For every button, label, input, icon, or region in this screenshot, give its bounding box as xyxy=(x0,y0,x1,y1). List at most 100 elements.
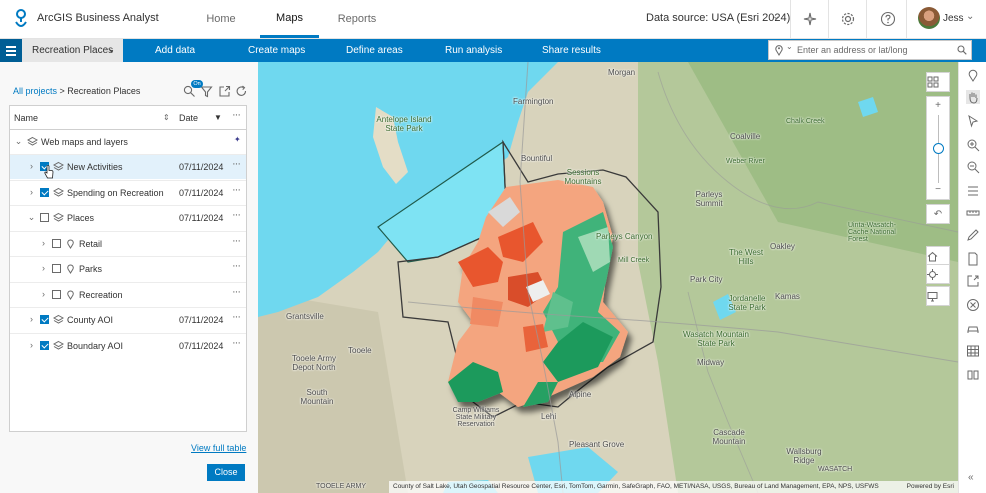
layer-name: Parks xyxy=(79,264,103,274)
chevron-down-icon[interactable]: ⌄ xyxy=(772,11,780,22)
map-label: Tooele xyxy=(348,346,372,355)
chevron-right-icon[interactable]: › xyxy=(39,289,48,299)
column-header-name[interactable]: Name xyxy=(14,113,38,123)
more-options-icon[interactable]: ··· xyxy=(232,337,241,349)
business-analyst-logo-icon[interactable] xyxy=(12,8,30,30)
chevron-down-icon[interactable]: ⌄ xyxy=(786,42,793,51)
chevron-right-icon[interactable]: › xyxy=(27,161,36,171)
pin-icon[interactable] xyxy=(774,44,784,56)
zoom-in-icon[interactable] xyxy=(966,138,980,152)
chevron-down-icon[interactable]: ⌄ xyxy=(966,11,974,22)
sparkle-icon[interactable] xyxy=(802,11,818,27)
layer-visibility-checkbox[interactable] xyxy=(40,340,49,350)
more-options-icon[interactable]: ··· xyxy=(232,311,241,323)
run-analysis-button[interactable]: Run analysis xyxy=(445,45,502,56)
layer-visibility-checkbox[interactable] xyxy=(40,187,49,197)
chevron-right-icon[interactable]: › xyxy=(27,314,36,324)
define-areas-button[interactable]: Define areas xyxy=(346,45,403,56)
nav-maps[interactable]: Maps xyxy=(260,0,319,38)
nav-home[interactable]: Home xyxy=(193,0,249,38)
zoom-in-button[interactable]: + xyxy=(927,97,949,115)
pan-hand-icon[interactable] xyxy=(966,90,980,104)
zoom-out-button[interactable]: − xyxy=(927,181,949,199)
map-label: Tooele Army Depot North xyxy=(291,354,337,372)
cursor-icon[interactable] xyxy=(966,114,980,128)
layer-row[interactable]: › Spending on Recreation 07/11/2024 ··· xyxy=(10,179,246,205)
layers-icon xyxy=(53,187,64,197)
zoom-slider[interactable]: + − xyxy=(926,96,950,200)
layer-row[interactable]: › Retail ··· xyxy=(10,230,246,256)
add-data-button[interactable]: Add data xyxy=(155,45,195,56)
screen-button[interactable] xyxy=(926,286,950,306)
data-source-selector[interactable]: Data source: USA (Esri 2024) xyxy=(646,12,790,24)
create-maps-button[interactable]: Create maps xyxy=(248,45,305,56)
layer-visibility-checkbox[interactable] xyxy=(40,213,49,222)
layer-visibility-checkbox[interactable] xyxy=(40,315,49,324)
basemap-gallery-button[interactable] xyxy=(926,72,950,92)
sketch-icon[interactable] xyxy=(966,228,980,242)
more-options-icon[interactable]: ··· xyxy=(232,184,241,196)
more-options-icon[interactable]: ··· xyxy=(232,235,241,247)
locate-button[interactable] xyxy=(926,264,950,284)
chevron-down-icon[interactable]: ⌄ xyxy=(14,136,23,147)
layer-visibility-checkbox[interactable] xyxy=(52,264,61,273)
document-icon[interactable] xyxy=(966,252,980,266)
swipe-icon[interactable] xyxy=(966,368,980,382)
help-icon[interactable] xyxy=(880,11,896,27)
zoom-thumb[interactable] xyxy=(933,142,944,154)
close-circle-icon[interactable] xyxy=(966,298,980,312)
gear-icon[interactable] xyxy=(840,11,856,27)
car-icon[interactable] xyxy=(966,322,980,336)
measure-icon[interactable] xyxy=(966,206,980,220)
project-selector[interactable]: Recreation Places ⌄ xyxy=(22,39,123,62)
layer-row[interactable]: › Boundary AOI 07/11/2024 ··· xyxy=(10,332,246,358)
pin-icon[interactable] xyxy=(966,68,980,82)
avatar[interactable] xyxy=(918,7,940,29)
export-icon[interactable] xyxy=(966,274,980,288)
map-view[interactable]: Morgan Farmington Antelope Island State … xyxy=(258,62,958,493)
layer-row[interactable]: › Recreation ··· xyxy=(10,281,246,307)
more-options-icon[interactable]: ··· xyxy=(232,209,241,221)
nav-reports[interactable]: Reports xyxy=(330,0,384,38)
view-full-table-link[interactable]: View full table xyxy=(191,443,246,453)
layer-row[interactable]: › Parks ··· xyxy=(10,256,246,281)
layer-row[interactable]: › County AOI 07/11/2024 ··· xyxy=(10,307,246,332)
layer-visibility-checkbox[interactable] xyxy=(52,238,61,248)
more-options-icon[interactable]: ··· xyxy=(232,109,241,121)
filter-icon[interactable] xyxy=(200,85,213,98)
app-title[interactable]: ArcGIS Business Analyst xyxy=(37,12,159,24)
powered-by[interactable]: Powered by Esri xyxy=(907,483,954,490)
close-button[interactable]: Close xyxy=(207,464,245,481)
sort-descending-icon[interactable]: ▼ xyxy=(214,113,222,122)
refresh-icon[interactable] xyxy=(235,85,248,98)
collapse-icon[interactable]: « xyxy=(968,472,974,483)
more-options-icon[interactable]: ··· xyxy=(232,260,241,272)
search-icon[interactable] xyxy=(957,45,967,55)
sparkle-icon[interactable]: ✦ xyxy=(234,135,241,144)
chevron-down-icon[interactable]: ⌄ xyxy=(27,212,36,223)
user-name[interactable]: Jess xyxy=(943,13,964,24)
layer-visibility-checkbox[interactable] xyxy=(52,289,61,299)
menu-icon[interactable] xyxy=(0,39,22,62)
map-label: Morgan xyxy=(608,68,636,77)
home-button[interactable] xyxy=(926,246,950,266)
layer-row[interactable]: › New Activities 07/11/2024 ··· xyxy=(10,154,246,179)
zoom-out-icon[interactable] xyxy=(966,160,980,174)
layer-row[interactable]: ⌄ Places 07/11/2024 ··· xyxy=(10,205,246,230)
table-icon[interactable] xyxy=(966,344,980,358)
share-results-button[interactable]: Share results xyxy=(542,45,601,56)
breadcrumb-all-projects[interactable]: All projects xyxy=(13,86,57,96)
address-input[interactable] xyxy=(797,43,947,57)
chevron-right-icon[interactable]: › xyxy=(39,263,48,273)
sort-icon[interactable]: ⇕ xyxy=(163,113,170,122)
list-icon[interactable] xyxy=(966,184,980,198)
more-options-icon[interactable]: ··· xyxy=(232,286,241,298)
export-icon[interactable] xyxy=(218,85,231,98)
chevron-right-icon[interactable]: › xyxy=(27,187,36,197)
column-header-date[interactable]: Date xyxy=(179,113,198,123)
more-options-icon[interactable]: ··· xyxy=(232,158,241,170)
chevron-right-icon[interactable]: › xyxy=(39,238,48,248)
rotate-button[interactable]: ↶ xyxy=(926,204,950,224)
locate-icon xyxy=(927,269,938,280)
chevron-right-icon[interactable]: › xyxy=(27,340,36,350)
